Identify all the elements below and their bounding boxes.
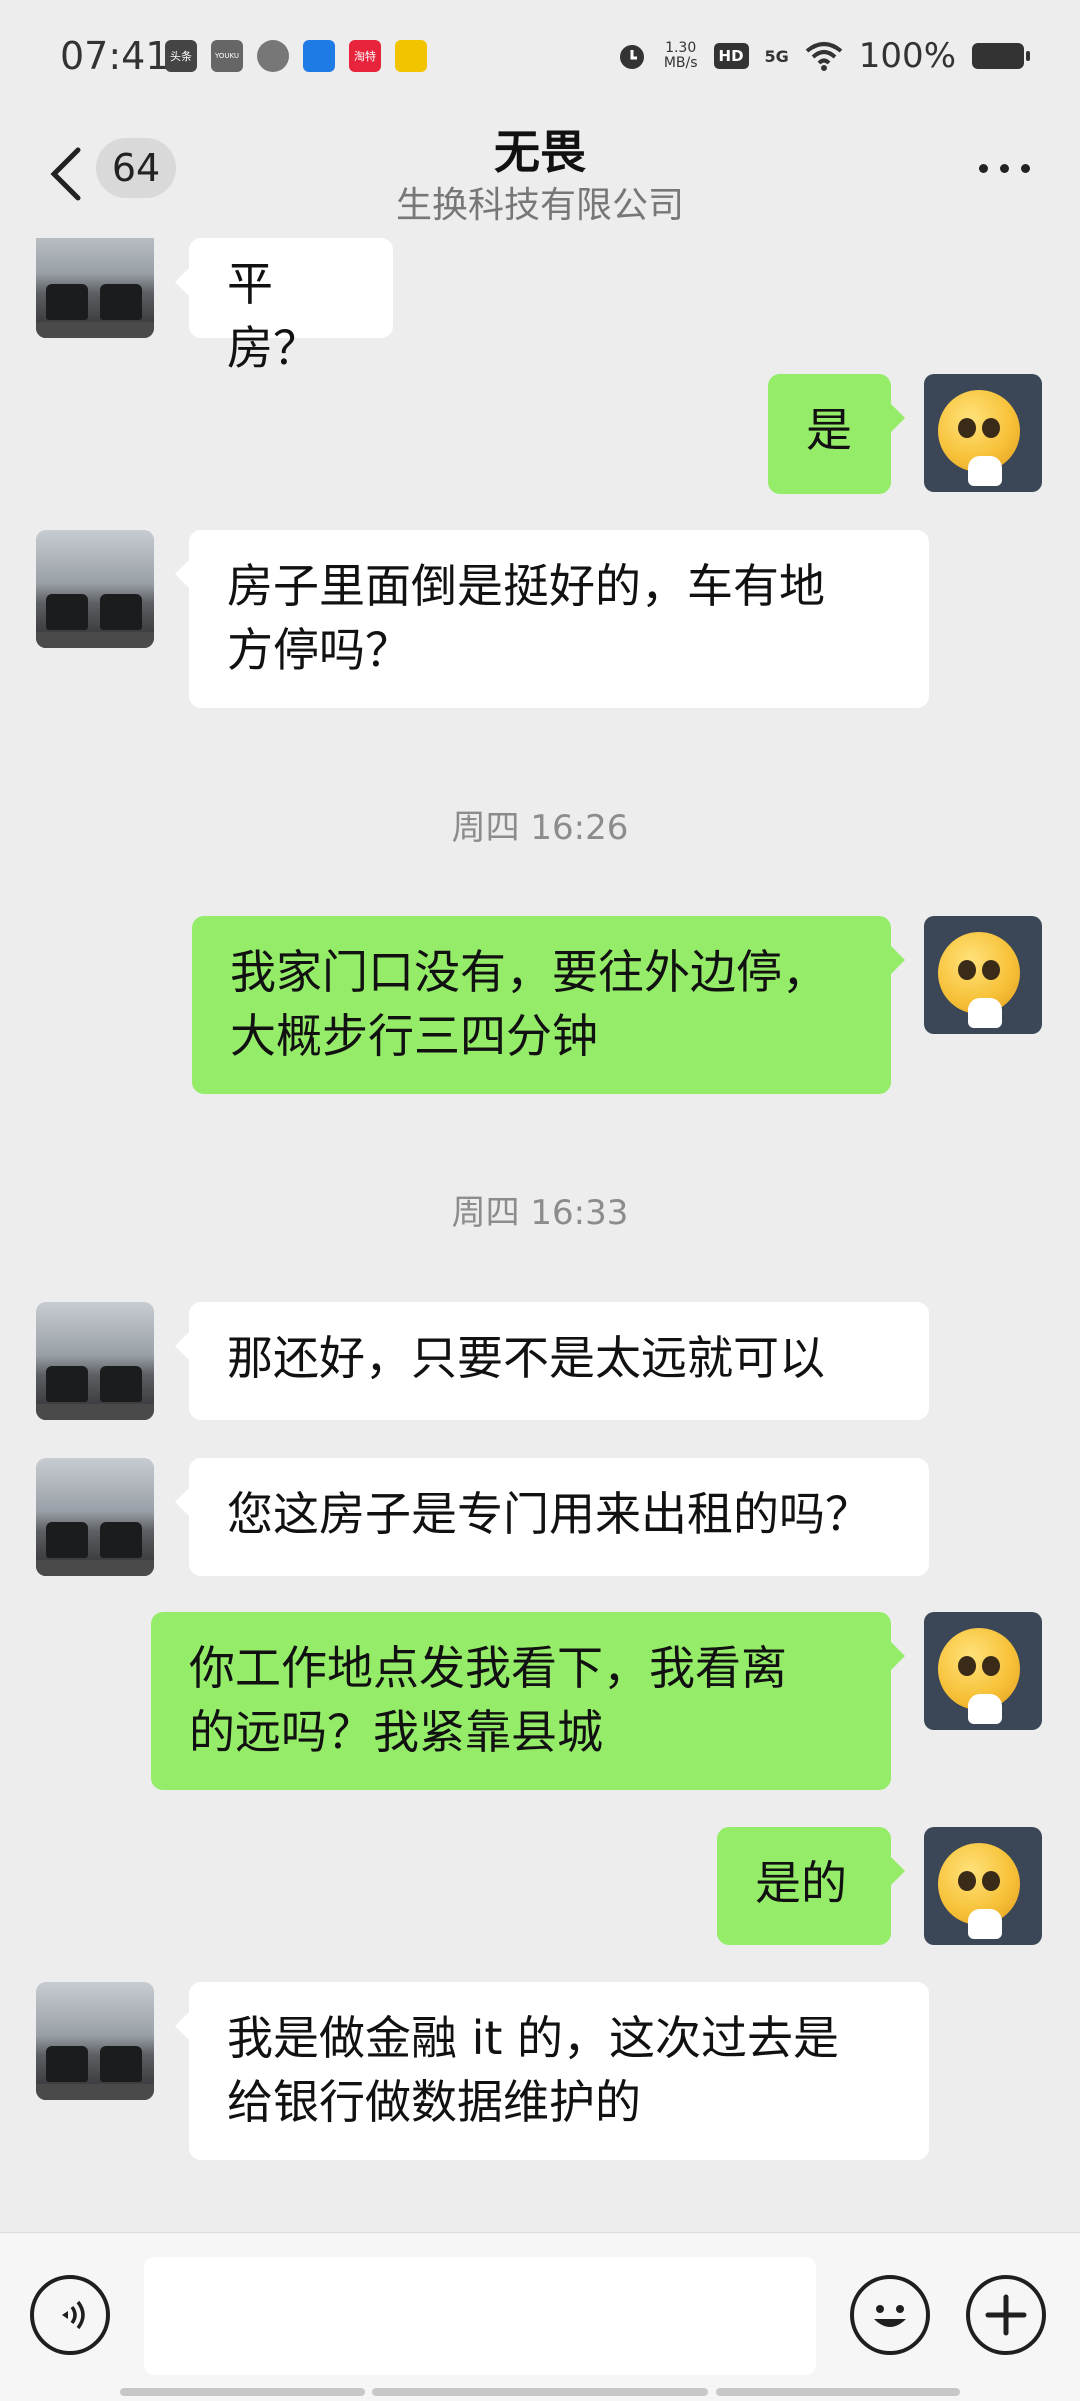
scroll-indicator	[372, 2388, 708, 2396]
status-indicators: 1.30 MB/s HD 5G 100%	[616, 36, 1030, 76]
timestamp-divider: 周四 16:26	[451, 808, 629, 848]
status-bar: 07:41 头条 YOUKU 淘特 1.30 MB/s HD 5G 100%	[0, 0, 1080, 112]
message-bubble-incoming[interactable]: 房子里面倒是挺好的，车有地 方停吗？	[175, 530, 929, 708]
status-app-icons: 头条 YOUKU 淘特	[165, 40, 427, 72]
contact-avatar[interactable]	[36, 1458, 154, 1576]
my-avatar[interactable]	[924, 1827, 1042, 1945]
plus-icon[interactable]	[966, 2275, 1046, 2355]
scroll-indicator	[120, 2388, 365, 2396]
message-bubble-incoming[interactable]: 您这房子是专门用来出租的吗？	[175, 1458, 929, 1576]
youku-app-icon: YOUKU	[211, 40, 243, 72]
message-bubble-incoming[interactable]: 平房？	[175, 238, 393, 375]
signal-5g-icon: 5G	[764, 46, 789, 66]
scroll-indicator	[716, 2388, 960, 2396]
more-horizontal-icon[interactable]	[979, 164, 1030, 173]
message-input[interactable]	[144, 2257, 816, 2375]
taote-app-icon: 淘特	[349, 40, 381, 72]
my-avatar[interactable]	[924, 916, 1042, 1034]
app-icon	[303, 40, 335, 72]
contact-avatar[interactable]	[36, 530, 154, 648]
contact-avatar[interactable]	[36, 1982, 154, 2100]
app-icon	[257, 40, 289, 72]
message-bubble-outgoing[interactable]: 我家门口没有，要往外边停， 大概步行三四分钟	[192, 916, 905, 1094]
wifi-icon	[805, 42, 843, 71]
message-bubble-incoming[interactable]: 我是做金融 it 的，这次过去是 给银行做数据维护的	[175, 1982, 929, 2160]
chat-subtitle: 生换科技有限公司	[395, 185, 684, 226]
message-bubble-outgoing[interactable]: 你工作地点发我看下，我看离 的远吗？我紧靠县城	[151, 1612, 905, 1790]
net-speed: 1.30 MB/s	[663, 40, 698, 71]
hd-badge: HD	[713, 43, 749, 69]
message-bubble-incoming[interactable]: 那还好，只要不是太远就可以	[175, 1302, 929, 1420]
my-avatar[interactable]	[924, 1612, 1042, 1730]
toutiao-app-icon: 头条	[165, 40, 197, 72]
status-time: 07:41	[60, 34, 170, 78]
voice-icon[interactable]	[30, 2275, 110, 2355]
chat-input-bar	[0, 2232, 1080, 2401]
chat-title: 无畏	[494, 125, 586, 179]
message-bubble-outgoing[interactable]: 是的	[717, 1827, 905, 1945]
battery-percent: 100%	[858, 36, 956, 76]
app-icon	[395, 40, 427, 72]
message-bubble-outgoing[interactable]: 是	[768, 374, 905, 494]
contact-avatar[interactable]	[36, 1302, 154, 1420]
alarm-icon	[619, 45, 644, 69]
my-avatar[interactable]	[924, 374, 1042, 492]
emoji-icon[interactable]	[850, 2275, 930, 2355]
battery-icon	[972, 43, 1030, 69]
chat-header: 64 无畏 生换科技有限公司	[0, 112, 1080, 240]
timestamp-divider: 周四 16:33	[451, 1193, 629, 1233]
